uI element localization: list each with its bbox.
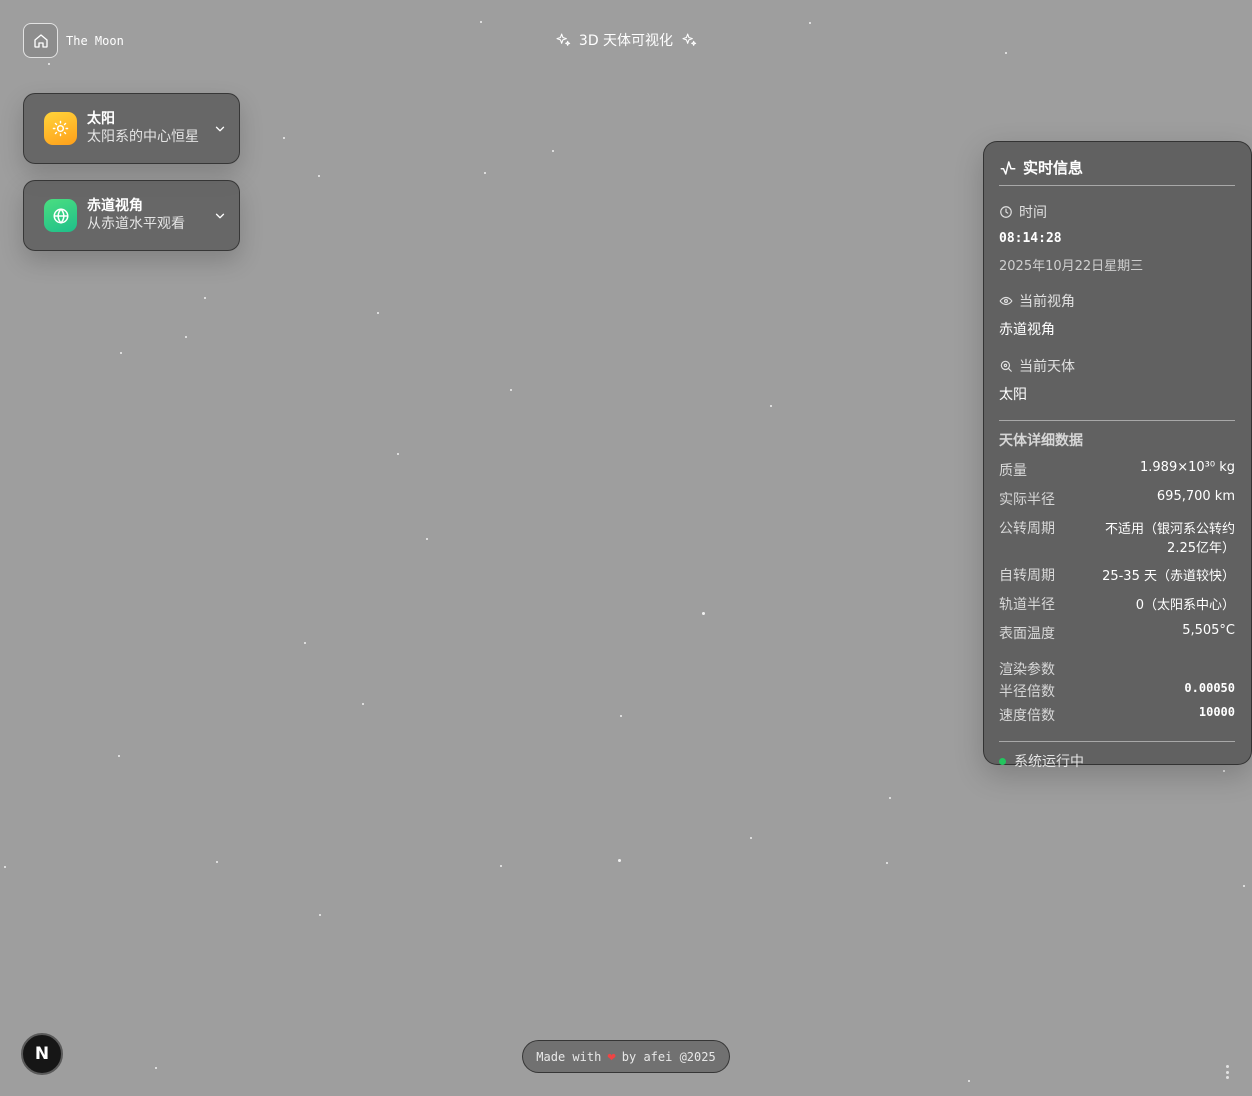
time-value: 08:14:28 xyxy=(999,231,1062,246)
activity-icon xyxy=(1000,160,1016,175)
page-title-bar: 3D 天体可视化 xyxy=(0,30,1252,50)
detail-value: 5,505°C xyxy=(1182,623,1235,638)
clock-icon xyxy=(1000,206,1012,218)
status-dot xyxy=(999,757,1006,765)
detail-value: 0（太阳系中心） xyxy=(1135,598,1235,613)
render-key: 速度倍数 xyxy=(999,708,1055,724)
realtime-info-panel: 实时信息 时间 08:14:28 2025年10月22日星期三 当前视角 赤道视… xyxy=(983,141,1252,770)
view-value: 赤道视角 xyxy=(999,322,1055,338)
celestial-body-subtitle: 太阳系的中心恒星 xyxy=(87,128,199,145)
render-params-title: 渲染参数 xyxy=(999,659,1235,679)
detail-key: 自转周期 xyxy=(999,568,1055,584)
detail-key: 质量 xyxy=(999,463,1027,479)
date-value: 2025年10月22日星期三 xyxy=(999,259,1144,274)
system-status: 系统运行中 xyxy=(999,751,1235,771)
detail-key: 实际半径 xyxy=(999,492,1055,508)
view-mode-select[interactable]: 赤道视角 从赤道水平观看 xyxy=(23,180,240,251)
details-title: 天体详细数据 xyxy=(999,433,1083,449)
render-row: 速度倍数 10000 xyxy=(999,705,1235,725)
detail-value: 25-35 天（赤道较快） xyxy=(1102,569,1235,584)
body-label-row: 当前天体 xyxy=(999,356,1235,376)
sparkles-icon xyxy=(682,33,697,46)
view-mode-title: 赤道视角 xyxy=(87,198,143,214)
render-value: 10000 xyxy=(1198,705,1235,719)
sparkles-icon xyxy=(556,33,571,46)
render-params-label: 渲染参数 xyxy=(999,662,1055,678)
detail-row: 公转周期 不适用（银河系公转约 2.25亿年） xyxy=(999,518,1235,556)
detail-row: 自转周期 25-35 天（赤道较快） xyxy=(999,565,1235,585)
detail-row: 表面温度 5,505°C xyxy=(999,623,1235,643)
footer-credit: Made with ❤ by afei @2025 xyxy=(522,1040,730,1073)
render-value: 0.00050 xyxy=(1184,681,1235,695)
detail-row: 实际半径 695,700 km xyxy=(999,489,1235,509)
view-mode-subtitle: 从赤道水平观看 xyxy=(87,215,185,232)
detail-value: 695,700 km xyxy=(1156,489,1235,504)
time-label: 时间 xyxy=(1019,205,1047,221)
detail-value: 1.989×10³⁰ kg xyxy=(1140,460,1235,475)
body-value: 太阳 xyxy=(999,387,1027,403)
detail-row: 轨道半径 0（太阳系中心） xyxy=(999,594,1235,614)
heart-icon: ❤ xyxy=(607,1048,616,1065)
details-section: 天体详细数据 质量 1.989×10³⁰ kg 实际半径 695,700 km … xyxy=(999,420,1235,725)
footer-author: by afei @2025 xyxy=(621,1049,716,1064)
status-section: 系统运行中 xyxy=(999,741,1235,771)
chevron-down-icon xyxy=(215,126,225,131)
page-title: 3D 天体可视化 xyxy=(578,33,674,49)
detail-key: 表面温度 xyxy=(999,626,1055,642)
celestial-body-title: 太阳 xyxy=(87,111,115,127)
body-label: 当前天体 xyxy=(1019,359,1075,375)
panel-title: 实时信息 xyxy=(1023,159,1084,177)
status-text: 系统运行中 xyxy=(1014,754,1084,770)
view-label-row: 当前视角 xyxy=(999,291,1235,311)
view-label: 当前视角 xyxy=(1019,294,1075,310)
framework-badge[interactable]: N xyxy=(21,1033,63,1075)
celestial-body-select[interactable]: 太阳 太阳系的中心恒星 xyxy=(23,93,240,164)
detail-key: 公转周期 xyxy=(999,521,1055,537)
footer-made-with: Made with xyxy=(536,1049,602,1064)
time-label-row: 时间 xyxy=(999,202,1235,222)
sun-icon xyxy=(44,112,77,145)
detail-value: 不适用（银河系公转约 2.25亿年） xyxy=(1104,522,1235,556)
globe-icon xyxy=(44,199,77,232)
more-options-icon[interactable] xyxy=(1224,1065,1230,1079)
chevron-down-icon xyxy=(215,213,225,218)
badge-letter: N xyxy=(34,1044,50,1064)
render-row: 半径倍数 0.00050 xyxy=(999,681,1235,701)
render-key: 半径倍数 xyxy=(999,684,1055,700)
zoom-target-icon xyxy=(1000,360,1012,372)
detail-row: 质量 1.989×10³⁰ kg xyxy=(999,460,1235,480)
eye-icon xyxy=(999,296,1013,306)
detail-key: 轨道半径 xyxy=(999,597,1055,613)
